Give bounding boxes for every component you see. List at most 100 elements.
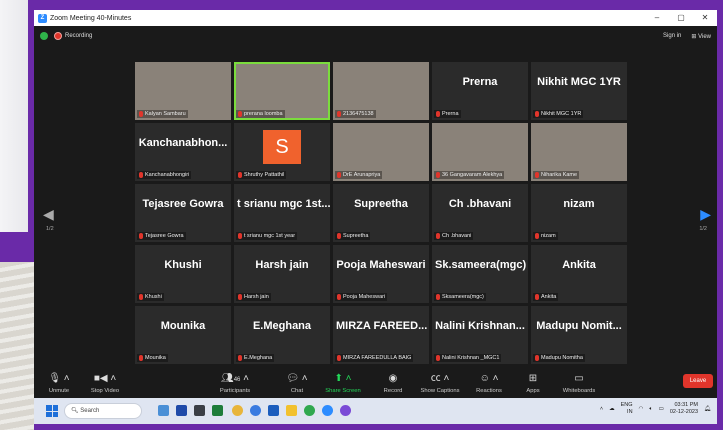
date: 02-12-2023 (669, 409, 699, 415)
participant-tile[interactable]: S Shruthy Pattathil (234, 123, 330, 181)
chevron-up-icon[interactable]: ˄ (600, 406, 603, 412)
previous-page-arrow-icon[interactable]: ◀ (43, 206, 54, 223)
participant-tile[interactable]: DrE Arunapriya (333, 123, 429, 181)
record-label: Record (383, 388, 403, 394)
participant-tile[interactable]: 36 Gangavaram Alekhya (432, 123, 528, 181)
participant-tile[interactable]: Nikhit MGC 1YR Nikhit MGC 1YR (531, 62, 627, 120)
minimize-button[interactable]: – (645, 10, 669, 26)
participant-tile[interactable]: Khushi Khushi (135, 245, 231, 303)
language-indicator[interactable]: ENG IN (621, 402, 633, 416)
taskbar-app-icon[interactable] (176, 405, 187, 416)
cloud-icon[interactable]: ☁︎ (609, 406, 615, 412)
chat-button[interactable]: 💬︎ ˄ Chat (274, 372, 320, 394)
muted-mic-icon (139, 294, 143, 300)
show-captions-button[interactable]: ㏄ ˄ Show Captions (417, 372, 463, 394)
participant-tile[interactable]: Madupu Nomit... Madupu Nomitha (531, 306, 627, 364)
muted-mic-icon (436, 294, 440, 300)
participant-name: E.Meghana (244, 355, 273, 361)
taskbar-search-input[interactable]: 🔍︎ Search (64, 403, 142, 419)
record-button[interactable]: ◉ Record (370, 372, 416, 394)
muted-mic-icon (337, 172, 341, 178)
taskbar-app-icon[interactable] (158, 405, 169, 416)
windows-start-icon[interactable] (46, 405, 58, 417)
participant-tile[interactable]: E.Meghana E.Meghana (234, 306, 330, 364)
participant-name: Sksameera(mgc) (442, 294, 484, 300)
meeting-info-bar: Recording Sign in ⊞ View (34, 26, 717, 46)
leave-button[interactable]: Leave (683, 374, 713, 388)
whatsapp-icon[interactable] (304, 405, 315, 416)
participant-label: 36 Gangavaram Alekhya (434, 171, 505, 179)
share-screen-label: Share Screen (325, 388, 361, 394)
participant-tile[interactable]: Prerna Prerna (432, 62, 528, 120)
participant-tile[interactable]: Niharika Kame (531, 123, 627, 181)
page-indicator-right: 1/2 (699, 226, 707, 232)
participant-tile[interactable]: Kanchanabhon... Kanchanabhongiri (135, 123, 231, 181)
participant-label: MIRZA FAREEDULLA BAIG (335, 354, 414, 362)
participant-name-display: MIRZA FAREED... (336, 320, 428, 332)
taskbar-app-icon[interactable] (194, 405, 205, 416)
participant-label: t srianu mgc 1st year (236, 232, 298, 240)
taskbar-app-icon[interactable] (268, 405, 279, 416)
participant-tile[interactable]: t srianu mgc 1st... t srianu mgc 1st year (234, 184, 330, 242)
file-explorer-icon[interactable] (286, 405, 297, 416)
clock[interactable]: 03:31 PM 02-12-2023 (670, 402, 698, 416)
video-camera-icon: ■◀ ˄ (93, 373, 117, 384)
lang-region: IN (627, 409, 633, 415)
participant-tile[interactable]: Tejasree Gowra Tejasree Gowra (135, 184, 231, 242)
participant-name: Madupu Nomitha (541, 355, 583, 361)
taskbar-app-icon[interactable] (340, 405, 351, 416)
participant-name: Niharika Kame (541, 172, 578, 178)
page-indicator-left: 1/2 (46, 226, 54, 232)
unmute-button[interactable]: 🎙︎ ˄ Unmute (36, 372, 82, 394)
participant-tile[interactable]: Pooja Maheswari Pooja Maheswari (333, 245, 429, 303)
participant-tile[interactable]: Sk.sameera(mgc) Sksameera(mgc) (432, 245, 528, 303)
participant-name: Prerna (442, 111, 459, 117)
next-page-arrow-icon[interactable]: ▶ (700, 206, 711, 223)
excel-icon[interactable] (212, 405, 223, 416)
muted-mic-icon (238, 172, 242, 178)
participant-label: Ch .bhavani (434, 232, 474, 240)
zoom-icon[interactable] (250, 405, 261, 416)
participant-tile[interactable]: Ankita Ankita (531, 245, 627, 303)
participant-tile[interactable]: 2136475138 (333, 62, 429, 120)
participant-label: Khushi (137, 293, 164, 301)
participant-name: Nikhit MGC 1YR (541, 111, 582, 117)
participant-tile[interactable]: Ch .bhavani Ch .bhavani (432, 184, 528, 242)
participant-label: Mounika (137, 354, 168, 362)
shield-icon[interactable] (40, 32, 48, 40)
chrome-icon[interactable] (232, 405, 243, 416)
zoom-icon[interactable] (322, 405, 333, 416)
apps-icon: ⊞ (528, 373, 538, 384)
close-button[interactable]: ✕ (693, 10, 717, 26)
participant-name-display: Harsh jain (255, 259, 309, 271)
whiteboards-button[interactable]: ▭ Whiteboards (556, 372, 602, 394)
participant-name: 2136475138 (343, 111, 374, 117)
wifi-icon[interactable]: ◠ (639, 406, 644, 412)
participant-name: Harsh jain (244, 294, 269, 300)
stop-video-button[interactable]: ■◀ ˄ Stop Video (82, 372, 128, 394)
battery-icon[interactable]: ▭ (659, 406, 664, 412)
participant-tile[interactable]: Harsh jain Harsh jain (234, 245, 330, 303)
participant-tile[interactable]: MIRZA FAREED... MIRZA FAREEDULLA BAIG (333, 306, 429, 364)
share-screen-button[interactable]: ⬆ ˄ Share Screen (320, 372, 366, 394)
speaker-icon[interactable]: 🔈︎ (649, 406, 652, 413)
muted-mic-icon (139, 172, 143, 178)
participants-button[interactable]: 👥︎46 ˄ Participants (212, 372, 258, 394)
sign-in-button[interactable]: Sign in (663, 33, 681, 40)
apps-button[interactable]: ⊞ Apps (510, 372, 556, 394)
maximize-button[interactable]: ▢ (669, 10, 693, 26)
zoom-logo-icon: Z (38, 13, 47, 23)
participant-tile[interactable]: Kalyan Sambaru (135, 62, 231, 120)
participant-label: Supreetha (335, 232, 371, 240)
reactions-button[interactable]: ☺︎ ˄ Reactions (466, 372, 512, 394)
participant-name-display: Supreetha (354, 198, 408, 210)
participant-tile[interactable]: Supreetha Supreetha (333, 184, 429, 242)
participant-name: MIRZA FAREEDULLA BAIG (343, 355, 412, 361)
notification-bell-icon[interactable]: 🔔︎ (704, 406, 711, 412)
participant-tile[interactable]: nizam nizam (531, 184, 627, 242)
participant-tile[interactable]: Nalini Krishnan... Nalini Krishnan _MGC1 (432, 306, 528, 364)
participant-tile[interactable]: prerana loomba (234, 62, 330, 120)
participant-name: Ankita (541, 294, 557, 300)
participant-tile[interactable]: Mounika Mounika (135, 306, 231, 364)
view-button[interactable]: ⊞ View (691, 33, 711, 40)
